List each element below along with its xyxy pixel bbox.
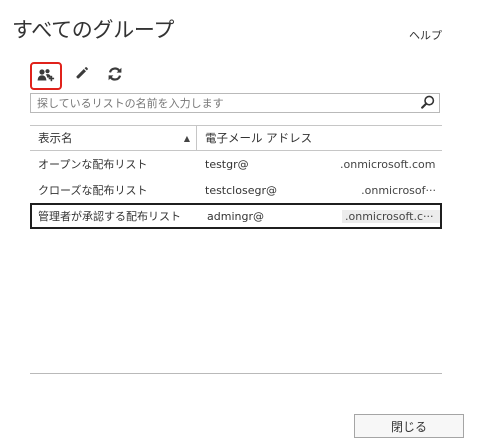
edit-pencil-icon (73, 66, 89, 86)
table-header: 表示名 ▲ 電子メール アドレス (30, 125, 442, 151)
column-header-email-address[interactable]: 電子メール アドレス (197, 126, 442, 150)
footer-divider (30, 373, 442, 374)
page-title: すべてのグループ (12, 18, 175, 42)
all-groups-dialog: すべてのグループ ヘルプ 探しているリストの名前を入力します 表示名 ▲ 電子メ… (0, 0, 480, 447)
row-email-alias: testclosegr@ (205, 183, 277, 197)
close-button[interactable]: 閉じる (354, 414, 464, 438)
table-row[interactable]: クローズな配布リスト testclosegr@ .onmicrosof··· (30, 177, 442, 203)
help-link[interactable]: ヘルプ (409, 27, 442, 43)
search-icon (421, 94, 435, 113)
row-email-alias: testgr@ (205, 157, 249, 171)
groups-table: 表示名 ▲ 電子メール アドレス オープンな配布リスト testgr@ .onm… (30, 125, 442, 229)
edit-button[interactable] (66, 63, 96, 89)
row-email-domain: .onmicrosoft.c··· (342, 209, 440, 223)
column-header-display-name[interactable]: 表示名 ▲ (30, 126, 197, 150)
search-box (30, 93, 440, 113)
toolbar (30, 60, 134, 92)
row-display-name: 管理者が承認する配布リスト (38, 210, 181, 223)
row-display-name: クローズな配布リスト (38, 184, 148, 197)
search-button[interactable] (419, 94, 437, 112)
new-group-icon (37, 67, 55, 86)
table-row-selected[interactable]: 管理者が承認する配布リスト admingr@ .onmicrosoft.c··· (30, 203, 442, 229)
refresh-button[interactable] (100, 63, 130, 89)
row-email-alias: admingr@ (207, 209, 264, 223)
table-row[interactable]: オープンな配布リスト testgr@ .onmicrosoft.com (30, 151, 442, 177)
row-email-domain: .onmicrosoft.com (340, 157, 436, 171)
refresh-icon (107, 66, 123, 86)
search-input[interactable] (31, 95, 419, 111)
row-email-domain: .onmicrosof··· (361, 183, 436, 197)
sort-ascending-icon: ▲ (183, 133, 190, 143)
row-display-name: オープンな配布リスト (38, 158, 148, 171)
new-group-button[interactable] (30, 62, 62, 90)
